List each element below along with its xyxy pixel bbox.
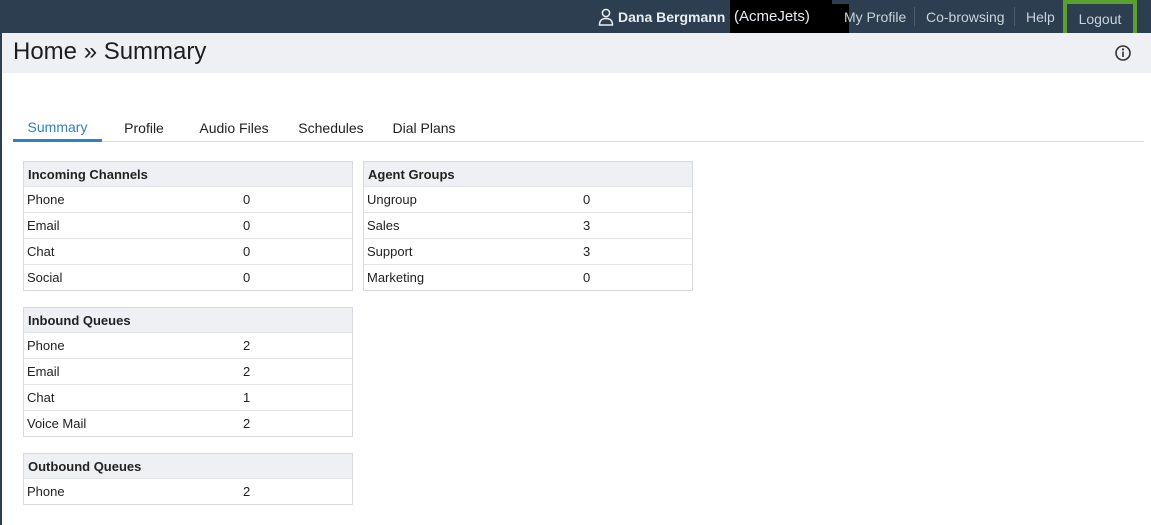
table-row: Chat 1 (24, 384, 352, 410)
row-label: Marketing (367, 270, 425, 285)
row-value: 0 (583, 192, 591, 207)
row-label: Ungroup (367, 192, 417, 207)
table-row: Phone 2 (24, 478, 352, 504)
outbound-queues-panel: Outbound Queues Phone 2 (23, 453, 353, 505)
page-title: Home » Summary (13, 38, 207, 65)
user-icon (598, 8, 614, 26)
agent-groups-panel: Agent Groups Ungroup 0 Sales 3 Support 3… (363, 161, 693, 291)
help-link[interactable]: Help (1026, 0, 1055, 33)
top-bar: Dana Bergmann (AcmeJets) My Profile Co-b… (0, 0, 1151, 37)
table-row: Ungroup 0 (364, 186, 692, 212)
row-value: 0 (583, 270, 591, 285)
row-value: 3 (583, 218, 591, 233)
panel-title: Agent Groups (364, 162, 692, 186)
row-label: Phone (27, 484, 65, 499)
org-name: (AcmeJets) (730, 0, 849, 33)
table-row: Phone 0 (24, 186, 352, 212)
my-profile-link[interactable]: My Profile (844, 0, 906, 33)
row-label: Support (367, 244, 413, 259)
row-label: Email (27, 218, 60, 233)
table-row: Marketing 0 (364, 264, 692, 290)
info-icon[interactable] (1114, 44, 1132, 62)
panel-title: Incoming Channels (24, 162, 352, 186)
row-label: Chat (27, 244, 55, 259)
org-label: (AcmeJets) (734, 8, 810, 25)
tab-audio-files[interactable]: Audio Files (193, 114, 275, 141)
row-value: 2 (243, 484, 251, 499)
user-name: Dana Bergmann (618, 8, 726, 25)
row-label: Voice Mail (27, 416, 87, 431)
row-label: Social (27, 270, 63, 285)
row-value: 1 (243, 390, 251, 405)
row-label: Chat (27, 390, 55, 405)
nav-divider (1014, 7, 1015, 26)
logout-button[interactable]: Logout (1063, 0, 1137, 37)
logout-label: Logout (1078, 10, 1122, 27)
table-row: Voice Mail 2 (24, 410, 352, 436)
row-label: Phone (27, 192, 65, 207)
panel-title: Inbound Queues (24, 308, 352, 332)
table-row: Chat 0 (24, 238, 352, 264)
row-value: 2 (243, 364, 251, 379)
row-label: Phone (27, 338, 65, 353)
nav-divider (914, 7, 915, 26)
row-label: Sales (367, 218, 400, 233)
panel-title: Outbound Queues (24, 454, 352, 478)
left-accent (0, 33, 2, 525)
row-value: 2 (243, 416, 251, 431)
title-bar: Home » Summary (2, 33, 1151, 73)
row-value: 0 (243, 270, 251, 285)
table-row: Email 2 (24, 358, 352, 384)
row-value: 2 (243, 338, 251, 353)
user-menu[interactable]: Dana Bergmann (598, 0, 725, 33)
table-row: Social 0 (24, 264, 352, 290)
table-row: Support 3 (364, 238, 692, 264)
row-value: 3 (583, 244, 591, 259)
table-row: Email 0 (24, 212, 352, 238)
tab-dial-plans[interactable]: Dial Plans (385, 114, 463, 141)
tab-profile[interactable]: Profile (115, 114, 173, 141)
row-value: 0 (243, 218, 251, 233)
table-row: Phone 2 (24, 332, 352, 358)
table-row: Sales 3 (364, 212, 692, 238)
inbound-queues-panel: Inbound Queues Phone 2 Email 2 Chat 1 Vo… (23, 307, 353, 437)
row-label: Email (27, 364, 60, 379)
tab-schedules[interactable]: Schedules (293, 114, 369, 141)
tab-summary[interactable]: Summary (13, 114, 102, 142)
tab-bar: Summary Profile Audio Files Schedules Di… (13, 114, 1144, 142)
row-value: 0 (243, 192, 251, 207)
incoming-channels-panel: Incoming Channels Phone 0 Email 0 Chat 0… (23, 161, 353, 291)
cobrowsing-link[interactable]: Co-browsing (926, 0, 1005, 33)
row-value: 0 (243, 244, 251, 259)
